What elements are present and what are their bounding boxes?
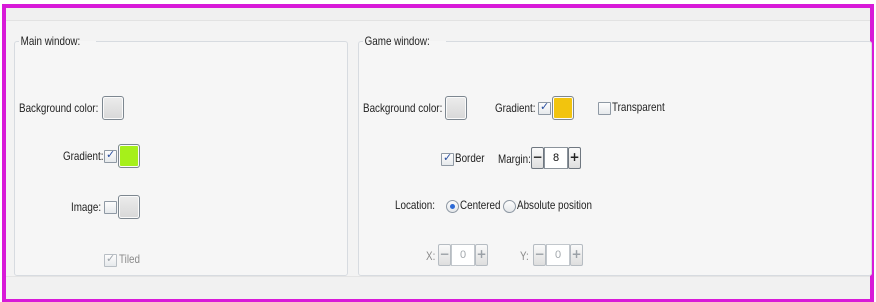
- main-gradient-color-swatch[interactable]: [118, 144, 140, 168]
- game-window-group: Game window: Background color: Gradient:…: [358, 34, 872, 276]
- game-gradient-color-swatch[interactable]: [552, 96, 574, 120]
- main-image-label: Image:: [71, 200, 102, 214]
- location-centered-radio[interactable]: [446, 200, 459, 213]
- game-gradient-checkbox[interactable]: [538, 100, 551, 115]
- location-centered-label: Centered: [460, 198, 501, 212]
- game-background-color-label: Background color:: [363, 101, 443, 115]
- bottom-divider: [6, 276, 870, 299]
- transparent-checkbox[interactable]: [598, 102, 611, 115]
- main-background-color-label: Background color:: [19, 101, 99, 115]
- location-absolute-radio[interactable]: [503, 200, 516, 213]
- main-window-group: Main window: Background color: Gradient:…: [14, 34, 348, 276]
- main-image-swatch[interactable]: [118, 195, 140, 219]
- margin-decrement-button[interactable]: −: [531, 147, 544, 169]
- y-decrement-button[interactable]: −: [533, 244, 546, 266]
- main-image-checkbox[interactable]: [104, 201, 117, 214]
- margin-label: Margin:: [498, 152, 531, 166]
- main-gradient-checkbox[interactable]: [104, 148, 117, 163]
- location-absolute-label: Absolute position: [517, 198, 592, 212]
- game-background-color-swatch[interactable]: [445, 96, 467, 120]
- transparent-label: Transparent: [612, 100, 665, 114]
- tiled-checkbox[interactable]: [104, 252, 117, 267]
- y-label: Y:: [520, 249, 529, 263]
- margin-increment-button[interactable]: +: [568, 147, 581, 169]
- x-increment-button[interactable]: +: [475, 244, 488, 266]
- game-window-title: Game window:: [364, 34, 430, 48]
- top-divider: [6, 8, 870, 21]
- x-value-field[interactable]: 0: [451, 244, 475, 266]
- tiled-label: Tiled: [119, 252, 140, 266]
- main-background-color-swatch[interactable]: [102, 96, 124, 120]
- game-gradient-label: Gradient:: [495, 101, 536, 115]
- location-label: Location:: [395, 198, 435, 212]
- settings-panel: Main window: Background color: Gradient:…: [2, 4, 874, 302]
- main-gradient-label: Gradient:: [63, 149, 104, 163]
- main-window-title: Main window:: [20, 34, 81, 48]
- margin-value-field[interactable]: 8: [544, 147, 568, 169]
- y-increment-button[interactable]: +: [570, 244, 583, 266]
- y-value-field[interactable]: 0: [546, 244, 570, 266]
- border-checkbox[interactable]: [441, 151, 454, 166]
- border-label: Border: [455, 151, 485, 165]
- x-decrement-button[interactable]: −: [438, 244, 451, 266]
- x-label: X:: [426, 249, 436, 263]
